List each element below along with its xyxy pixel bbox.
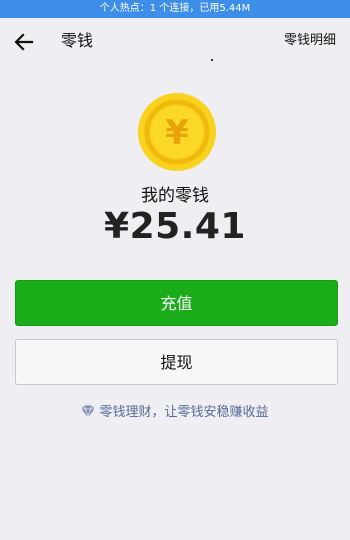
withdraw-button[interactable]: 提现 (15, 339, 338, 385)
recharge-button-label: 充值 (160, 294, 193, 313)
balance-label: 我的零钱 (141, 186, 209, 206)
arrow-left-icon[interactable] (12, 30, 36, 54)
dot-artifact (211, 59, 213, 61)
coin-symbol: ¥ (165, 113, 189, 153)
page-title: 零钱 (61, 31, 94, 50)
change-details-link[interactable]: 零钱明细 (284, 18, 336, 64)
navigation-bar: 零钱 零钱明细 (0, 18, 350, 66)
yen-coin-icon: ¥ (138, 93, 216, 171)
hotspot-status-bar: 个人热点：1 个连接，已用5.44M (0, 0, 350, 18)
hotspot-status-text: 个人热点：1 个连接，已用5.44M (99, 3, 251, 14)
balance-amount: ¥25.41 (104, 206, 246, 247)
recharge-button[interactable]: 充值 (15, 280, 338, 326)
withdraw-button-label: 提现 (160, 353, 193, 372)
diamond-icon (81, 405, 95, 418)
wealth-management-text: 零钱理财，让零钱安稳赚收益 (99, 405, 269, 420)
wealth-management-link[interactable]: 零钱理财，让零钱安稳赚收益 (0, 401, 350, 420)
